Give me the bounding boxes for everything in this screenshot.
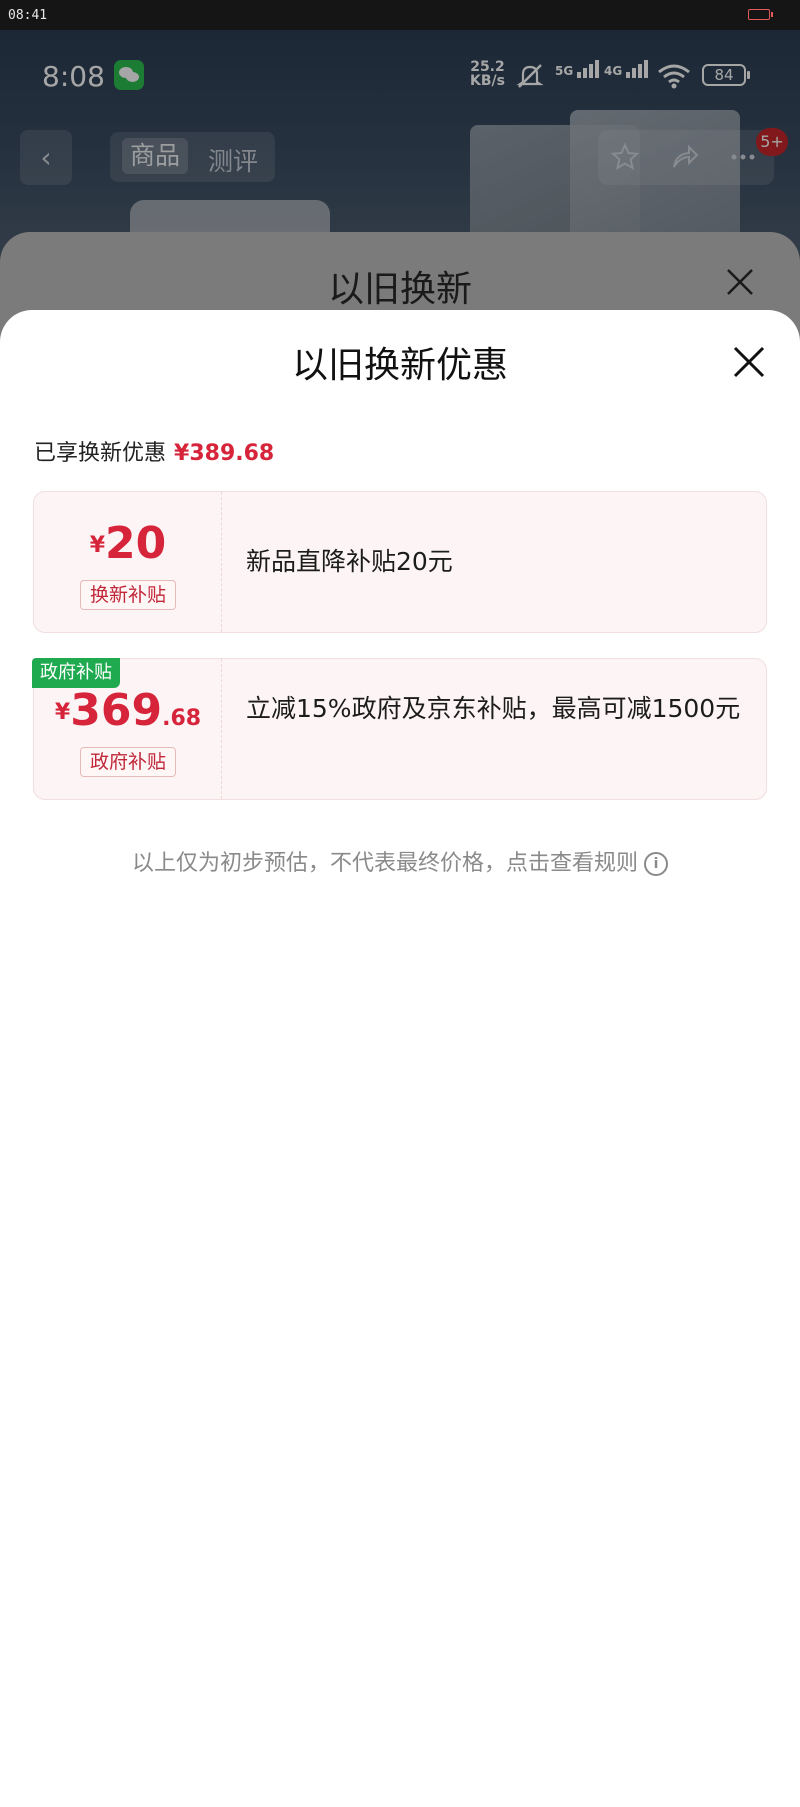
- enjoyed-discount-row: 已享换新优惠 ¥389.68: [34, 435, 274, 467]
- subsidy-amount: ¥369.68: [34, 685, 222, 736]
- currency-symbol: ¥: [54, 700, 71, 725]
- outer-status-bar: 08:41: [0, 0, 800, 30]
- subsidy-card-government: ¥369.68 政府补贴 立减15%政府及京东补贴，最高可减1500元: [33, 658, 767, 800]
- close-icon[interactable]: [722, 264, 758, 300]
- info-icon: i: [644, 852, 668, 876]
- subsidy-tag: 换新补贴: [80, 580, 176, 610]
- subsidy-description: 立减15%政府及京东补贴，最高可减1500元: [246, 694, 741, 723]
- subsidy-amount-panel: ¥20 换新补贴: [34, 492, 222, 632]
- trade-in-discount-sheet: 以旧换新优惠 已享换新优惠 ¥389.68 ¥20 换新补贴 新品直降补贴20元 …: [0, 310, 800, 1807]
- enjoyed-discount-amount: ¥389.68: [174, 441, 275, 466]
- outer-battery-icon: [748, 9, 773, 20]
- amount-integer: 20: [105, 518, 167, 569]
- enjoyed-discount-label: 已享换新优惠: [34, 441, 167, 466]
- close-icon[interactable]: [729, 342, 769, 382]
- subsidy-tag: 政府补贴: [80, 747, 176, 777]
- screen: 08:41 8:08 25.2 KB/s 5G 4G 84 ‹ 商品 测评 5+…: [0, 0, 800, 1807]
- rules-link[interactable]: 以上仅为初步预估，不代表最终价格，点击查看规则 i: [0, 845, 800, 877]
- currency-symbol: ¥: [89, 533, 106, 558]
- trade-in-sheet-title: 以旧换新: [327, 269, 472, 310]
- subsidy-card-trade-in: ¥20 换新补贴 新品直降补贴20元: [33, 491, 767, 633]
- amount-integer: 369: [70, 685, 163, 736]
- government-subsidy-badge: 政府补贴: [32, 658, 120, 688]
- rules-note-text: 以上仅为初步预估，不代表最终价格，点击查看规则: [131, 851, 638, 876]
- outer-clock: 08:41: [8, 8, 48, 23]
- sheet-title: 以旧换新优惠: [291, 345, 508, 386]
- subsidy-amount: ¥20: [34, 518, 222, 569]
- subsidy-description: 新品直降补贴20元: [246, 547, 453, 576]
- amount-decimal: .68: [162, 706, 202, 731]
